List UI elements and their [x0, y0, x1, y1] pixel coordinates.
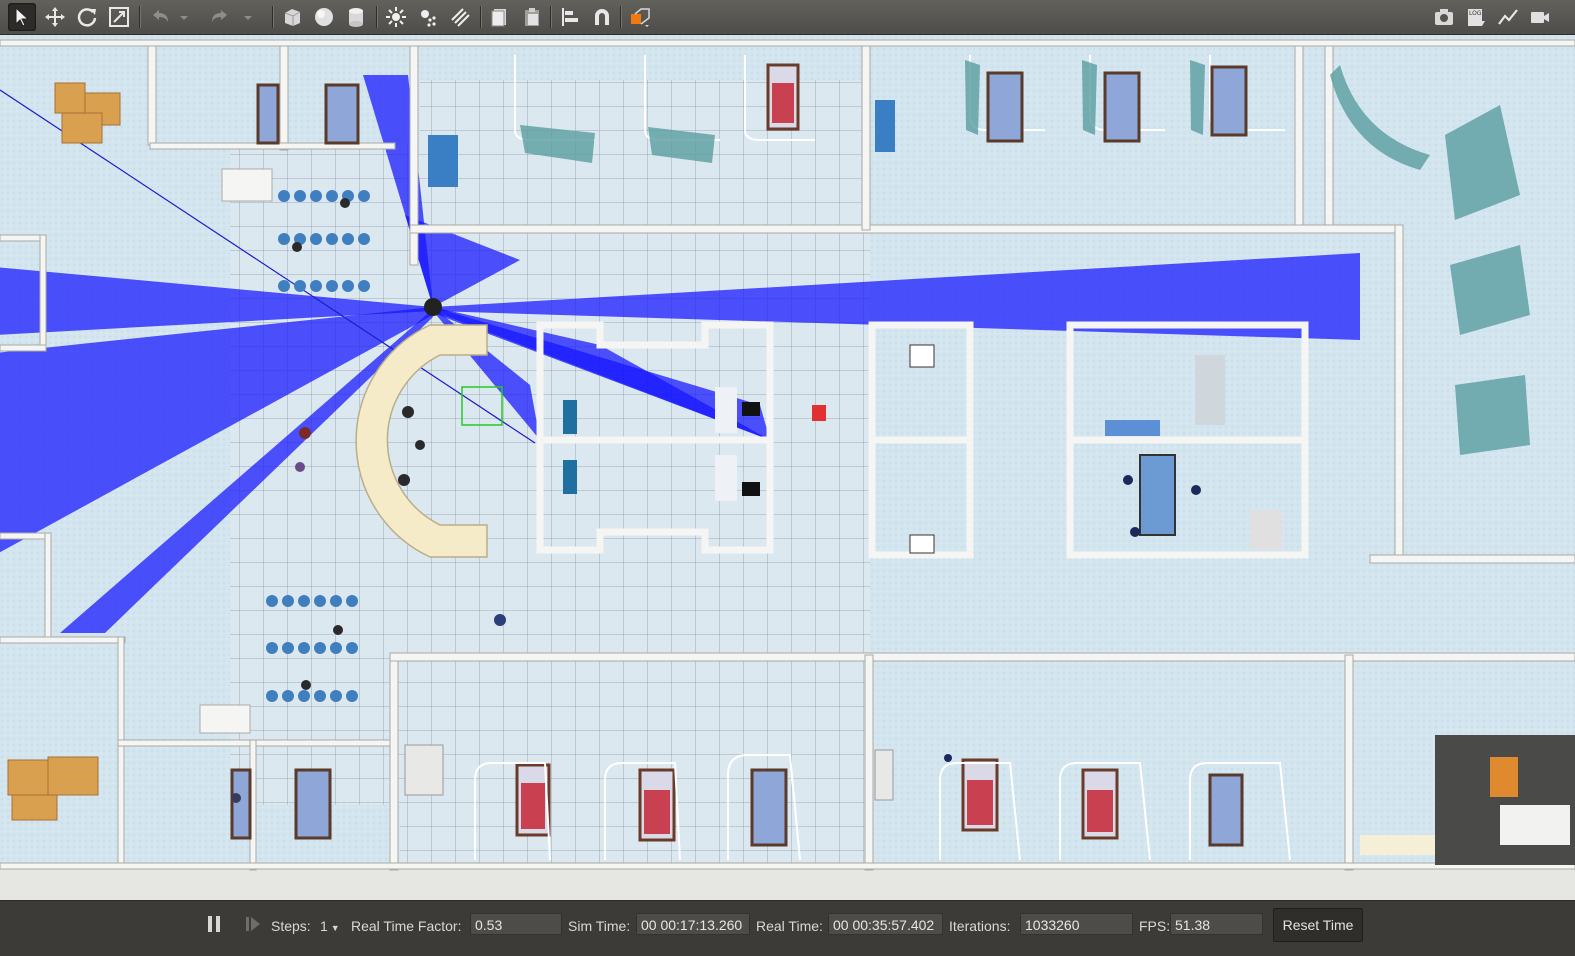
undo-icon[interactable] [146, 3, 174, 31]
lounge-floor [1435, 735, 1575, 865]
log-icon[interactable]: LOG [1462, 3, 1490, 31]
real-time-field: 00 00:35:57.402 [828, 913, 943, 935]
toolbar-separator [272, 6, 274, 28]
real-time-label: Real Time: [756, 918, 823, 934]
sim-time-label: Sim Time: [568, 918, 631, 934]
rotate-icon[interactable] [73, 3, 101, 31]
ground-strip [0, 867, 1575, 900]
bench [1360, 835, 1435, 855]
copy-icon[interactable] [486, 3, 514, 31]
steps-label: Steps: [271, 918, 311, 934]
pause-icon [208, 916, 220, 932]
scale-icon[interactable] [105, 3, 133, 31]
select-arrow-icon[interactable] [8, 3, 36, 31]
step-forward-icon [246, 917, 260, 931]
real-time-factor-label: Real Time Factor: [351, 918, 462, 934]
main-toolbar: LOG [0, 0, 1575, 35]
screenshot-camera-icon[interactable] [1430, 3, 1458, 31]
view-angle-icon[interactable] [626, 3, 654, 31]
fps-label: FPS: [1139, 918, 1171, 934]
record-video-icon[interactable] [1526, 3, 1554, 31]
lounge-sofa [1500, 805, 1570, 845]
undo-dropdown-icon[interactable] [176, 3, 192, 31]
redo-icon[interactable] [206, 3, 234, 31]
toolbar-separator [620, 6, 622, 28]
step-button[interactable] [243, 913, 263, 935]
robot-lidar [424, 298, 442, 316]
point-light-icon[interactable] [382, 3, 410, 31]
steps-value: 1 [320, 918, 328, 934]
spot-light-icon[interactable] [414, 3, 442, 31]
chevron-down-icon[interactable]: ▼ [331, 923, 340, 933]
box-shape-icon[interactable] [278, 3, 306, 31]
iterations-label: Iterations: [949, 918, 1011, 934]
directional-light-icon[interactable] [446, 3, 474, 31]
steps-spinbox[interactable]: 1 ▼ [320, 916, 340, 936]
scene-viewport[interactable] [0, 35, 1575, 900]
toolbar-separator [139, 6, 141, 28]
snap-magnet-icon[interactable] [588, 3, 616, 31]
cart [812, 405, 826, 421]
hospital-world-scene [0, 35, 1575, 900]
redo-dropdown-icon[interactable] [240, 3, 256, 31]
reset-time-button[interactable]: Reset Time [1273, 908, 1363, 942]
pause-button[interactable] [204, 913, 224, 935]
lounge-table [1490, 757, 1518, 797]
sim-time-field: 00 00:17:13.260 [636, 913, 750, 935]
translate-icon[interactable] [41, 3, 69, 31]
align-icon[interactable] [556, 3, 584, 31]
plot-icon[interactable] [1494, 3, 1522, 31]
toolbar-separator [480, 6, 482, 28]
cylinder-shape-icon[interactable] [342, 3, 370, 31]
sphere-shape-icon[interactable] [310, 3, 338, 31]
fps-field: 51.38 [1170, 913, 1263, 935]
iterations-field: 1033260 [1020, 913, 1133, 935]
log-icon-text: LOG [1469, 10, 1482, 17]
paste-icon[interactable] [518, 3, 546, 31]
toolbar-separator [550, 6, 552, 28]
toolbar-separator [376, 6, 378, 28]
real-time-factor-field: 0.53 [470, 913, 562, 935]
